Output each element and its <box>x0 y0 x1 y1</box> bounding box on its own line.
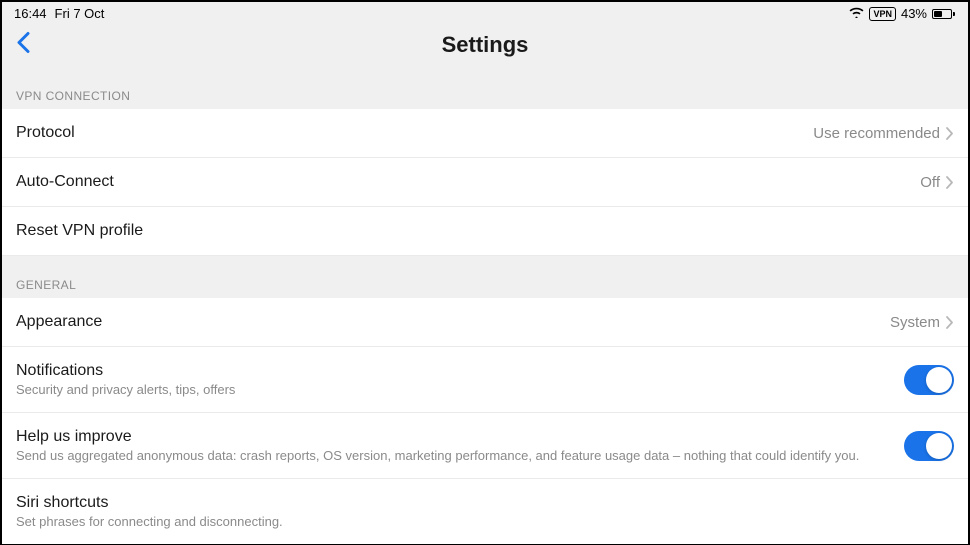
header: Settings <box>2 23 968 67</box>
status-bar: 16:44 Fri 7 Oct VPN 43% <box>2 2 968 23</box>
status-date: Fri 7 Oct <box>55 6 105 21</box>
row-protocol-value: Use recommended <box>813 125 940 142</box>
row-siri-shortcuts[interactable]: Siri shortcuts Set phrases for connectin… <box>2 479 968 544</box>
vpn-badge: VPN <box>869 7 896 21</box>
row-appearance-value: System <box>890 314 940 331</box>
row-appearance[interactable]: Appearance System <box>2 298 968 347</box>
row-notifications-title: Notifications <box>16 362 904 380</box>
chevron-right-icon <box>946 176 954 189</box>
chevron-left-icon <box>16 32 30 54</box>
notifications-toggle[interactable] <box>904 365 954 395</box>
row-protocol[interactable]: Protocol Use recommended <box>2 109 968 158</box>
help-improve-toggle[interactable] <box>904 431 954 461</box>
row-help-improve: Help us improve Send us aggregated anony… <box>2 413 968 479</box>
row-siri-title: Siri shortcuts <box>16 494 954 512</box>
status-time: 16:44 <box>14 6 47 21</box>
row-notifications: Notifications Security and privacy alert… <box>2 347 968 413</box>
wifi-icon <box>849 6 864 21</box>
row-auto-connect[interactable]: Auto-Connect Off <box>2 158 968 207</box>
row-siri-subtitle: Set phrases for connecting and disconnec… <box>16 514 954 529</box>
row-protocol-title: Protocol <box>16 124 813 142</box>
row-notifications-subtitle: Security and privacy alerts, tips, offer… <box>16 382 904 397</box>
battery-percent: 43% <box>901 6 927 21</box>
row-auto-connect-title: Auto-Connect <box>16 173 920 191</box>
row-reset-vpn[interactable]: Reset VPN profile <box>2 207 968 256</box>
section-header-general: GENERAL <box>2 256 968 298</box>
row-help-improve-title: Help us improve <box>16 428 904 446</box>
row-reset-vpn-title: Reset VPN profile <box>16 222 954 240</box>
chevron-right-icon <box>946 316 954 329</box>
chevron-right-icon <box>946 127 954 140</box>
row-auto-connect-value: Off <box>920 174 940 191</box>
battery-icon <box>932 8 956 20</box>
section-header-vpn: VPN CONNECTION <box>2 67 968 109</box>
back-button[interactable] <box>16 32 30 59</box>
page-title: Settings <box>442 32 529 58</box>
row-help-improve-subtitle: Send us aggregated anonymous data: crash… <box>16 448 904 463</box>
row-appearance-title: Appearance <box>16 313 890 331</box>
